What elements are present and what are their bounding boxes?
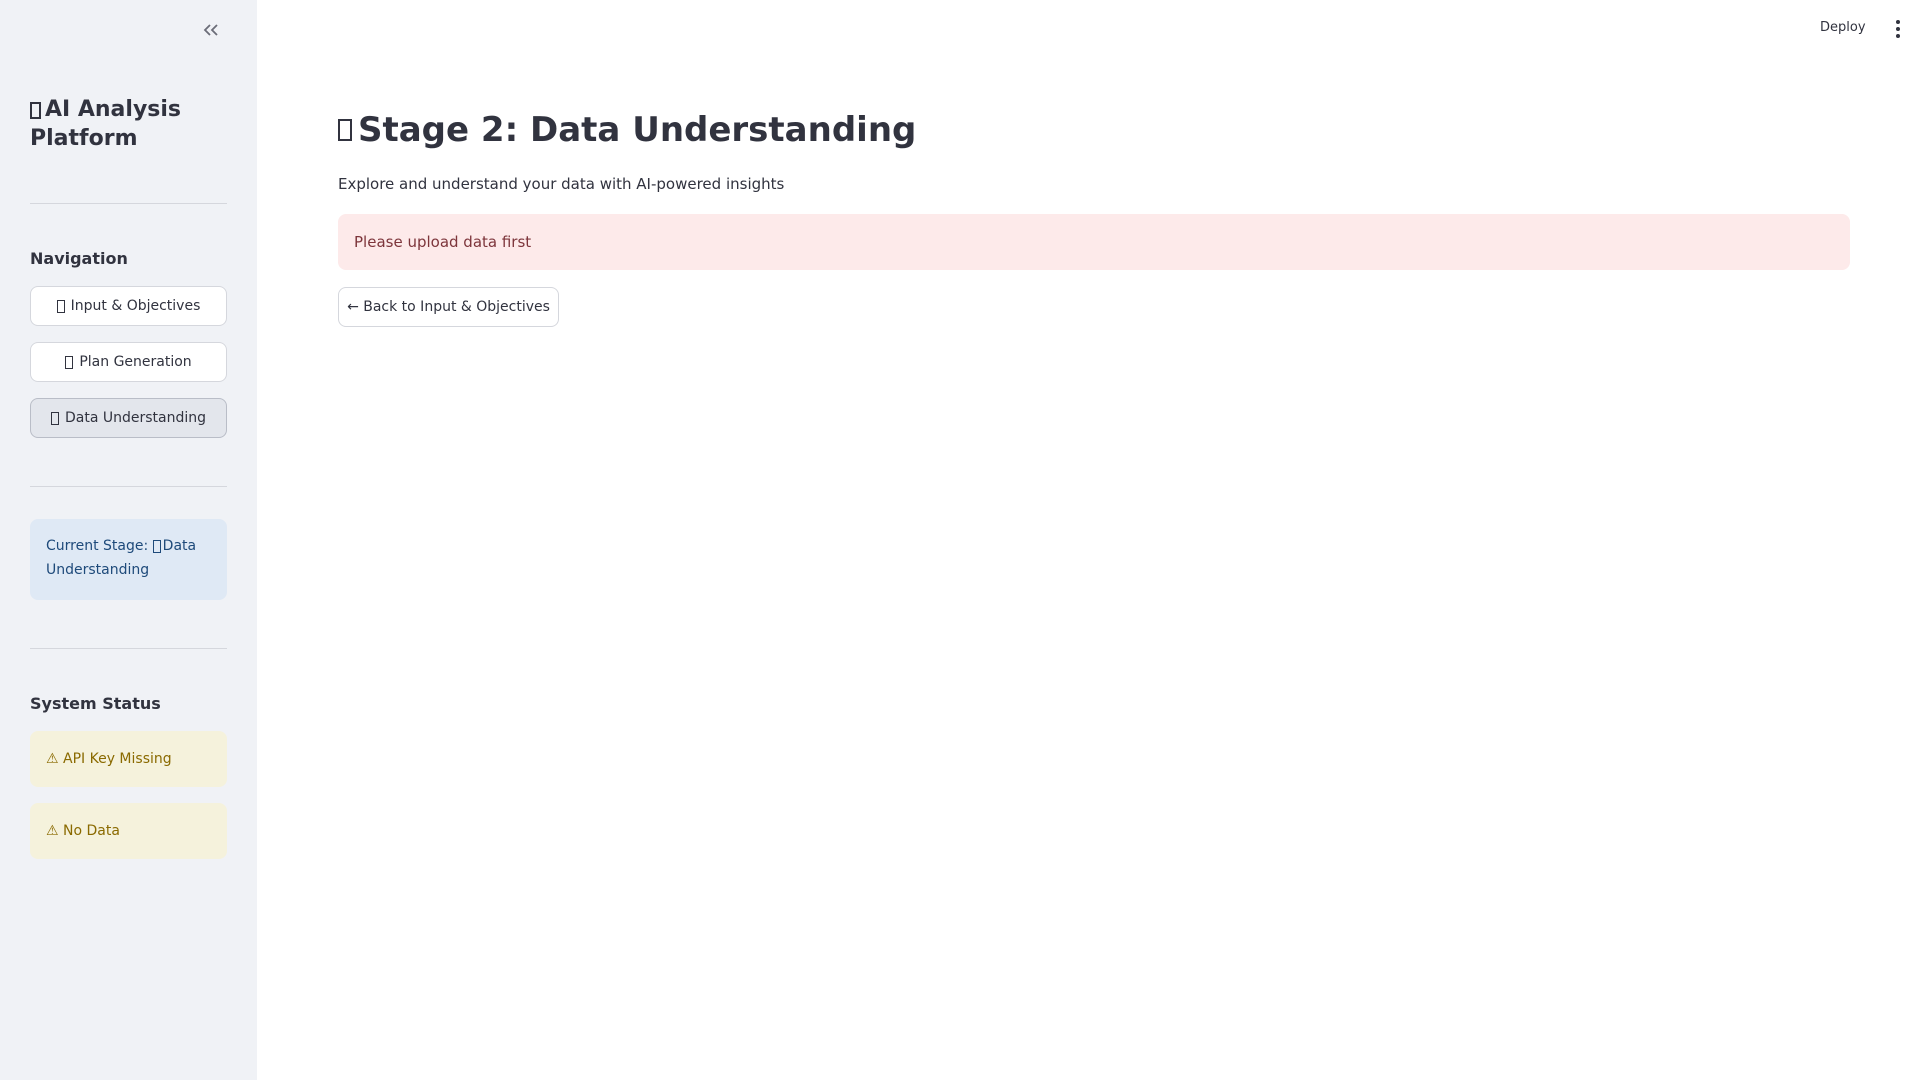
status-text: ⚠ API Key Missing bbox=[46, 751, 172, 767]
sidebar-title: AI Analysis Platform bbox=[30, 95, 230, 153]
placeholder-glyph-icon bbox=[30, 101, 41, 119]
main-menu-button[interactable] bbox=[1890, 18, 1906, 40]
nav-plan-generation-button[interactable]: Plan Generation bbox=[30, 342, 227, 382]
current-stage-info: Current Stage: Data Understanding bbox=[30, 519, 227, 600]
placeholder-glyph-icon bbox=[56, 299, 65, 313]
error-alert: Please upload data first bbox=[338, 214, 1850, 270]
back-button-label: ← Back to Input & Objectives bbox=[347, 299, 550, 315]
sidebar-title-text: AI Analysis Platform bbox=[30, 97, 182, 151]
api-key-status-warning: ⚠ API Key Missing bbox=[30, 731, 227, 787]
divider bbox=[30, 203, 227, 204]
current-stage-prefix: Current Stage: bbox=[46, 538, 149, 554]
navigation-label: Navigation bbox=[30, 249, 128, 268]
app-root: AI Analysis Platform Navigation Input & … bbox=[0, 0, 1920, 1080]
back-to-input-button[interactable]: ← Back to Input & Objectives bbox=[338, 287, 559, 327]
collapse-sidebar-button[interactable] bbox=[199, 18, 223, 42]
sidebar: AI Analysis Platform Navigation Input & … bbox=[0, 0, 257, 1080]
divider bbox=[30, 486, 227, 487]
page-subtitle: Explore and understand your data with AI… bbox=[338, 175, 785, 193]
nav-input-objectives-button[interactable]: Input & Objectives bbox=[30, 286, 227, 326]
placeholder-glyph-icon bbox=[338, 119, 352, 141]
page-title-text: Stage 2: Data Understanding bbox=[358, 110, 917, 150]
alert-text: Please upload data first bbox=[354, 233, 532, 251]
nav-data-understanding-button[interactable]: Data Understanding bbox=[30, 398, 227, 438]
placeholder-glyph-icon bbox=[152, 539, 161, 553]
nav-item-label: Plan Generation bbox=[79, 354, 192, 370]
page-title: Stage 2: Data Understanding bbox=[338, 110, 916, 150]
deploy-button[interactable]: Deploy bbox=[1820, 20, 1866, 35]
nav-item-label: Data Understanding bbox=[64, 410, 207, 426]
status-text: ⚠ No Data bbox=[46, 823, 120, 839]
divider bbox=[30, 648, 227, 649]
data-status-warning: ⚠ No Data bbox=[30, 803, 227, 859]
double-chevron-left-icon bbox=[203, 24, 218, 36]
placeholder-glyph-icon bbox=[50, 411, 59, 425]
vertical-dots-icon bbox=[1896, 34, 1900, 38]
vertical-dots-icon bbox=[1896, 20, 1900, 24]
vertical-dots-icon bbox=[1896, 27, 1900, 31]
nav-item-label: Input & Objectives bbox=[70, 298, 201, 314]
placeholder-glyph-icon bbox=[65, 355, 74, 369]
system-status-label: System Status bbox=[30, 694, 161, 713]
